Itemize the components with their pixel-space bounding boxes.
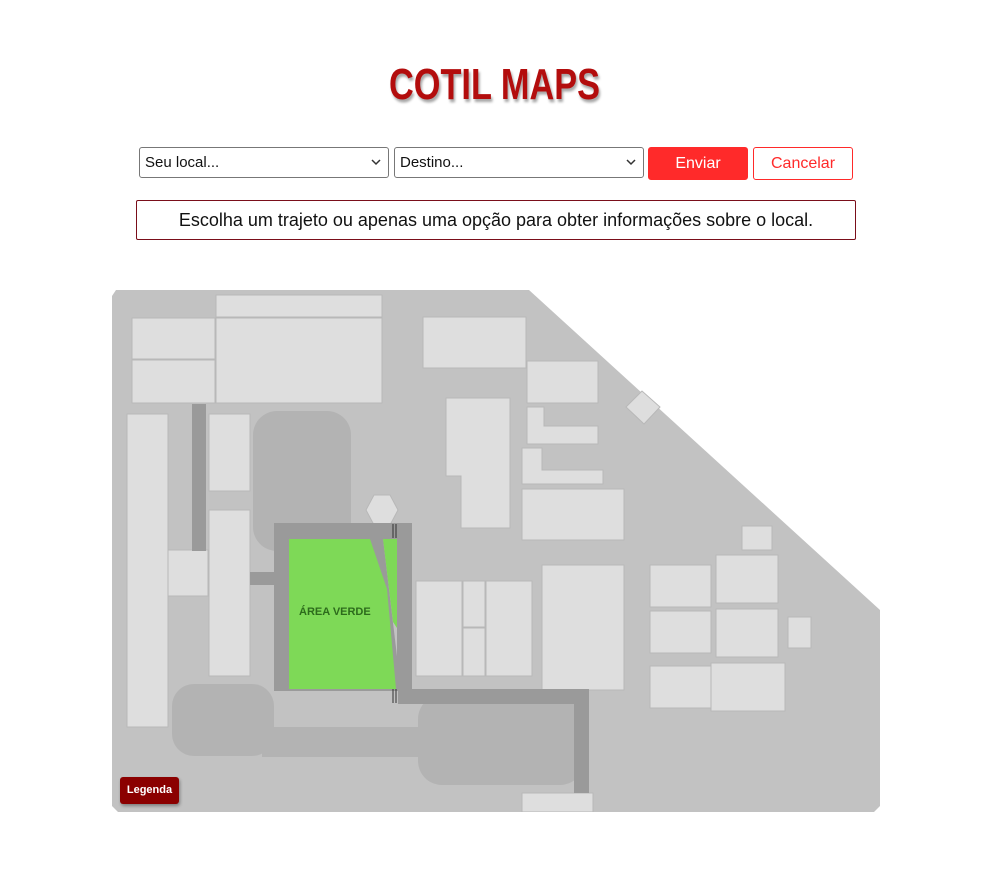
building xyxy=(541,564,625,691)
building xyxy=(415,580,463,677)
building xyxy=(462,580,486,628)
info-message: Escolha um trajeto ou apenas uma opção p… xyxy=(136,200,856,240)
building xyxy=(208,413,251,492)
building xyxy=(649,610,712,654)
legend-button[interactable]: Legenda xyxy=(120,777,179,804)
building xyxy=(131,317,216,360)
walkway xyxy=(192,404,206,551)
cancel-button[interactable]: Cancelar xyxy=(753,147,853,180)
building xyxy=(649,665,713,709)
page-title: COTIL MAPS xyxy=(388,60,601,109)
chevron-down-icon xyxy=(626,159,636,166)
walkway xyxy=(250,572,274,585)
origin-select-value: Seu local... xyxy=(145,154,220,171)
building xyxy=(715,608,779,658)
pavement-block xyxy=(418,695,584,785)
building xyxy=(167,549,209,597)
building xyxy=(521,488,625,541)
chevron-down-icon xyxy=(371,159,381,166)
building xyxy=(741,525,773,551)
building xyxy=(526,360,599,404)
building xyxy=(215,294,383,318)
building xyxy=(649,564,712,608)
building xyxy=(715,554,779,604)
building xyxy=(131,359,216,404)
walkway xyxy=(398,689,588,704)
building xyxy=(422,316,527,369)
building xyxy=(710,662,786,712)
origin-select[interactable]: Seu local... xyxy=(139,147,389,178)
walkway xyxy=(574,689,589,793)
building xyxy=(787,616,812,649)
building xyxy=(462,627,486,677)
building xyxy=(126,413,169,728)
building xyxy=(521,792,594,812)
building xyxy=(215,317,383,404)
send-button[interactable]: Enviar xyxy=(648,147,748,180)
destination-select-value: Destino... xyxy=(400,154,464,171)
green-area-label: ÁREA VERDE xyxy=(299,605,371,618)
campus-map[interactable]: ÁREA VERDE xyxy=(112,290,880,812)
destination-select[interactable]: Destino... xyxy=(394,147,644,178)
building xyxy=(485,580,533,677)
building xyxy=(208,509,251,677)
pavement-block xyxy=(172,684,274,756)
